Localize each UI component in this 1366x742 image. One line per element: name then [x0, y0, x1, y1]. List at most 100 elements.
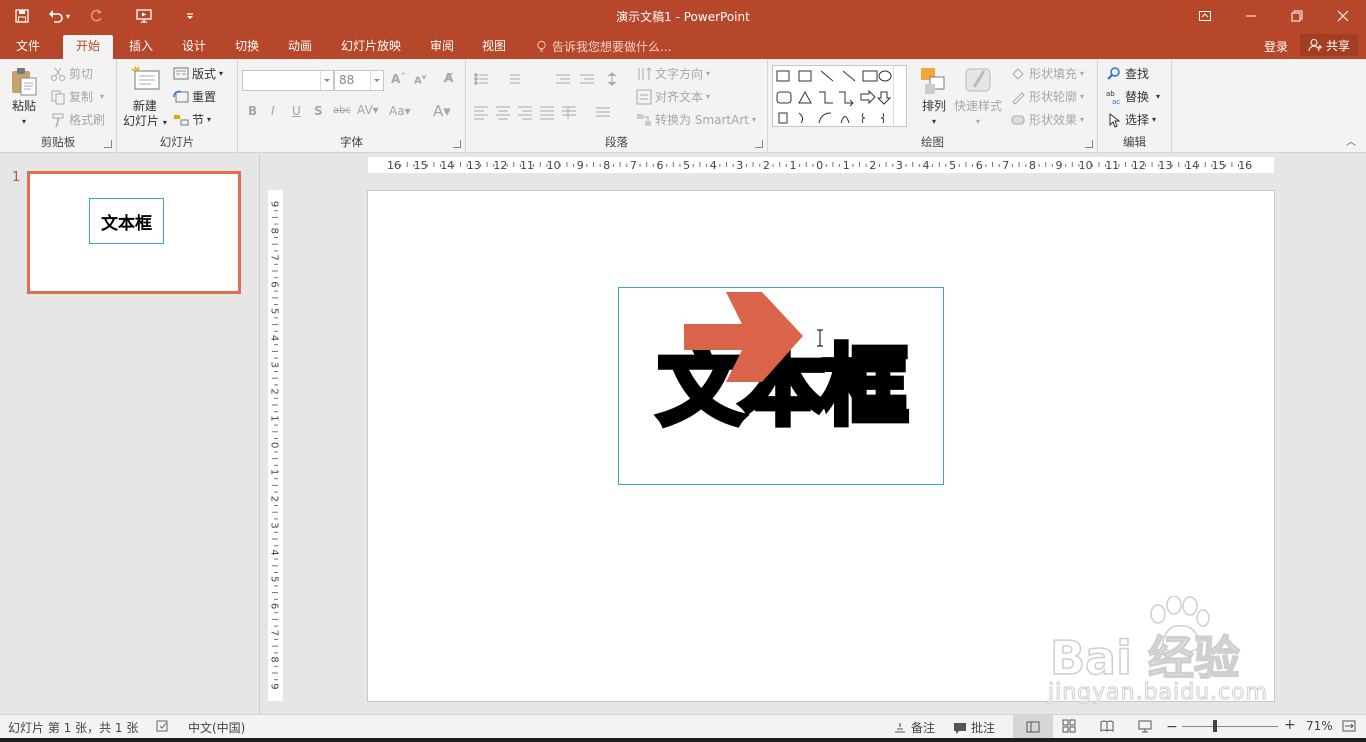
- clear-formatting-icon[interactable]: A̸: [444, 71, 453, 85]
- slide-sorter-button[interactable]: [1062, 719, 1076, 733]
- lightbulb-icon: [537, 40, 546, 52]
- shadow-icon[interactable]: S: [314, 104, 323, 118]
- v-ruler-label: 2: [269, 388, 280, 394]
- bold-icon[interactable]: B: [248, 104, 257, 118]
- notes-icon: [895, 722, 905, 732]
- list-indent-icons[interactable]: [472, 71, 632, 87]
- slideshow-button[interactable]: [1138, 719, 1152, 733]
- restore-icon[interactable]: [1274, 0, 1320, 32]
- tab-review[interactable]: 审阅: [417, 35, 467, 59]
- slide-sorter-icon: [1062, 719, 1076, 733]
- language-status[interactable]: 中文(中国): [188, 719, 245, 736]
- v-ruler-label: 3: [269, 362, 280, 368]
- zoom-in-button[interactable]: +: [1284, 717, 1296, 733]
- italic-icon[interactable]: I: [271, 104, 275, 118]
- slide-count-status[interactable]: 幻灯片 第 1 张，共 1 张: [8, 719, 138, 736]
- shrink-font-icon[interactable]: Av: [414, 73, 426, 86]
- share-label: 共享: [1325, 38, 1350, 53]
- collapse-ribbon-icon[interactable]: ︿: [1346, 133, 1356, 148]
- grow-font-icon[interactable]: A^: [391, 72, 406, 86]
- reading-view-button[interactable]: [1100, 719, 1114, 733]
- group-slides: 新建 幻灯片 ▾ 版式 ▾ 重置 节 ▾ 幻灯片: [117, 59, 238, 153]
- quick-styles-button[interactable]: 快速样式 ▾: [954, 65, 1002, 129]
- right-arrow-shape[interactable]: [684, 290, 804, 384]
- tab-home[interactable]: 开始: [63, 35, 114, 59]
- horizontal-ruler: 16 15 14 13 12 11 10 9 8 7 6 5 4 3 2 1 0 1 2 3 4 5 6 7 8 9 10 11 12 1…: [368, 157, 1274, 173]
- spellcheck-icon[interactable]: [156, 719, 170, 733]
- zoom-level[interactable]: 71%: [1306, 719, 1333, 733]
- notes-button[interactable]: 备注: [893, 719, 935, 736]
- title-bar: ▾ 演示文稿1 - PowerPoint: [0, 0, 1366, 32]
- editing-label: 编辑: [1123, 135, 1146, 149]
- font-size-box[interactable]: 88: [334, 70, 384, 91]
- shape-effects-button[interactable]: 形状效果 ▾: [1010, 111, 1084, 128]
- tell-me-box[interactable]: 告诉我您想要做什么...: [535, 38, 671, 55]
- h-ruler-label: 9: [577, 159, 584, 172]
- paste-button[interactable]: 粘贴 ▾: [8, 65, 40, 129]
- comments-button[interactable]: 批注: [953, 719, 995, 736]
- tab-insert[interactable]: 插入: [116, 35, 166, 59]
- reset-button[interactable]: 重置: [173, 88, 216, 105]
- shapes-gallery[interactable]: [772, 65, 907, 127]
- arrange-icon: [921, 68, 945, 94]
- zoom-out-button[interactable]: −: [1166, 719, 1178, 735]
- v-ruler-label: 4: [269, 335, 280, 341]
- zoom-slider[interactable]: [1182, 726, 1278, 727]
- drawing-launcher-icon[interactable]: [1085, 140, 1093, 148]
- shape-fill-button[interactable]: 形状填充 ▾: [1010, 65, 1084, 82]
- vertical-ruler: 9 8 7 6 5 4 3 2 1 0 1 2 3 4 5 6 7 8 9: [268, 190, 283, 701]
- h-ruler-label: 3: [736, 159, 743, 172]
- scissors-icon: [51, 67, 65, 81]
- clipboard-label: 剪贴板: [40, 135, 76, 149]
- underline-icon[interactable]: U: [292, 104, 301, 118]
- text-direction-button[interactable]: 文字方向 ▾: [636, 65, 710, 82]
- alignment-icons[interactable]: [472, 104, 632, 120]
- ribbon-display-options-icon[interactable]: [1182, 0, 1228, 32]
- font-name-box[interactable]: [242, 70, 334, 91]
- layout-button[interactable]: 版式 ▾: [173, 65, 223, 82]
- clipboard-launcher-icon[interactable]: [104, 140, 112, 148]
- paragraph-launcher-icon[interactable]: [755, 140, 763, 148]
- v-ruler-label: 6: [269, 603, 280, 609]
- change-case-icon[interactable]: Aa▾: [389, 104, 411, 118]
- login-link[interactable]: 登录: [1264, 38, 1288, 55]
- h-ruler-label: 15: [1212, 159, 1226, 172]
- tab-transitions[interactable]: 切换: [222, 35, 272, 59]
- character-spacing-icon[interactable]: AV▾: [357, 103, 379, 117]
- replace-button[interactable]: ab ac 替换 ▾: [1106, 88, 1160, 105]
- cut-button[interactable]: 剪切: [50, 65, 93, 82]
- font-color-icon[interactable]: A▾: [433, 102, 451, 120]
- zoom-slider-thumb[interactable]: [1213, 720, 1217, 732]
- comment-icon: [954, 722, 966, 734]
- align-text-icon: [636, 89, 652, 104]
- convert-smartart-button[interactable]: 转换为 SmartArt ▾: [636, 111, 756, 128]
- select-button[interactable]: 选择 ▾: [1106, 111, 1156, 128]
- format-painter-button[interactable]: 格式刷: [50, 111, 105, 128]
- share-button[interactable]: 共享: [1299, 34, 1358, 56]
- minimize-icon[interactable]: [1228, 0, 1274, 32]
- strikethrough-icon[interactable]: abc: [333, 105, 351, 116]
- arrange-button[interactable]: 排列 ▾: [918, 65, 950, 129]
- h-ruler-label: 9: [1056, 159, 1063, 172]
- align-text-button[interactable]: 对齐文本 ▾: [636, 88, 710, 105]
- slide-thumbnail[interactable]: 文本框: [27, 171, 241, 294]
- copy-button[interactable]: 复制 ▾: [50, 88, 104, 105]
- find-button[interactable]: 查找: [1106, 65, 1149, 82]
- section-button[interactable]: 节 ▾: [173, 111, 211, 128]
- v-ruler-label: 8: [269, 228, 280, 234]
- close-icon[interactable]: [1320, 0, 1366, 32]
- tab-slideshow[interactable]: 幻灯片放映: [328, 35, 414, 59]
- h-ruler-label: 14: [1185, 159, 1199, 172]
- tab-animations[interactable]: 动画: [275, 35, 325, 59]
- fit-slide-icon[interactable]: [1342, 719, 1356, 733]
- new-slide-button[interactable]: 新建 幻灯片 ▾: [123, 65, 167, 130]
- shape-outline-button[interactable]: 形状轮廓 ▾: [1010, 88, 1084, 105]
- font-size-value: 88: [339, 73, 355, 87]
- tab-design[interactable]: 设计: [169, 35, 219, 59]
- v-ruler-label: 5: [269, 308, 280, 314]
- tab-file[interactable]: 文件: [3, 35, 53, 59]
- h-ruler-label: 7: [630, 159, 637, 172]
- font-launcher-icon[interactable]: [453, 140, 461, 148]
- normal-view-button[interactable]: [1013, 715, 1053, 738]
- tab-view[interactable]: 视图: [469, 35, 519, 59]
